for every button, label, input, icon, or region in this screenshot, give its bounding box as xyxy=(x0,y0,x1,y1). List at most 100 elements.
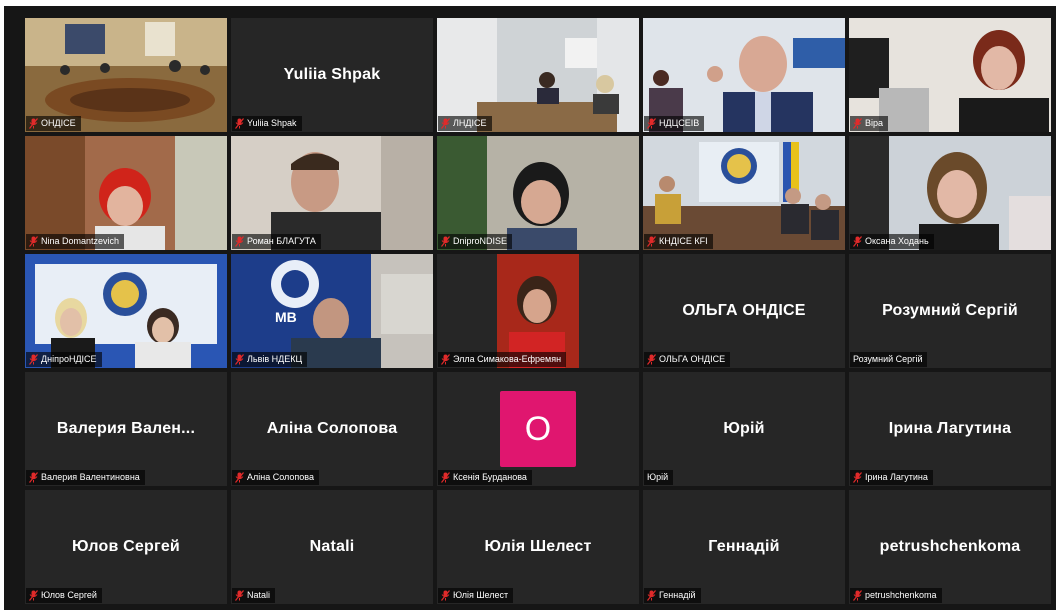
participant-name: Валерия Валентиновна xyxy=(41,472,140,482)
participant-tile-3[interactable]: ЛНДІСЕ xyxy=(437,18,639,132)
participant-video xyxy=(643,18,845,132)
muted-mic-icon xyxy=(235,472,244,483)
participant-tile-18[interactable]: O Ксенія Бурданова xyxy=(437,372,639,486)
participant-tile-22[interactable]: Natali Natali xyxy=(231,490,433,604)
participant-name-label: Аліна Солопова xyxy=(232,470,319,485)
participant-name: ОЛЬГА ОНДІСЕ xyxy=(659,354,726,364)
muted-mic-icon xyxy=(29,354,38,365)
muted-mic-icon xyxy=(235,118,244,129)
participant-display-name: Геннадій xyxy=(708,538,780,555)
participant-video xyxy=(643,136,845,250)
participant-display-name: Юлов Сергей xyxy=(72,538,180,555)
participant-display-name: Валерия Вален... xyxy=(56,420,196,437)
participant-name-label: ОЛЬГА ОНДІСЕ xyxy=(644,352,731,367)
participant-tile-9[interactable]: КНДІСЕ КFI xyxy=(643,136,845,250)
participant-name-label: Элла Симакова-Ефремян xyxy=(438,352,567,367)
participant-display-name: Розумний Сергій xyxy=(882,302,1018,319)
participant-name: Yuliia Shpak xyxy=(247,118,297,128)
participant-tile-2[interactable]: Yuliia Shpak Yuliia Shpak xyxy=(231,18,433,132)
muted-mic-icon xyxy=(647,236,656,247)
participant-name-label: ЛНДІСЕ xyxy=(438,116,492,131)
participant-video xyxy=(437,254,639,368)
participant-name-label: Yuliia Shpak xyxy=(232,116,302,131)
muted-mic-icon xyxy=(29,472,38,483)
muted-mic-icon xyxy=(853,236,862,247)
muted-mic-icon xyxy=(29,118,38,129)
participant-name-label: Ірина Лагутина xyxy=(850,470,933,485)
participant-tile-15[interactable]: Розумний Сергій Розумний Сергій xyxy=(849,254,1051,368)
participant-name: Розумний Сергій xyxy=(853,354,923,364)
participant-name-label: Розумний Сергій xyxy=(850,352,928,367)
participant-tile-13[interactable]: Элла Симакова-Ефремян xyxy=(437,254,639,368)
muted-mic-icon xyxy=(647,118,656,129)
participant-name-label: Львів НДЕКЦ xyxy=(232,352,308,367)
muted-mic-icon xyxy=(441,354,450,365)
participant-name-label: ДніпроНДІСЕ xyxy=(26,352,102,367)
participant-name: Юлія Шелест xyxy=(453,590,509,600)
participant-name: Роман БЛАГУТА xyxy=(247,236,316,246)
participant-video xyxy=(25,254,227,368)
participant-name-label: petrushchenkoma xyxy=(850,588,942,603)
participant-video xyxy=(437,136,639,250)
participant-tile-14[interactable]: ОЛЬГА ОНДІСЕ ОЛЬГА ОНДІСЕ xyxy=(643,254,845,368)
participant-name-label: Юлов Сергей xyxy=(26,588,102,603)
participant-name: Юрій xyxy=(647,472,669,482)
participant-tile-21[interactable]: Юлов Сергей Юлов Сергей xyxy=(25,490,227,604)
participant-display-name: Юрій xyxy=(723,420,765,437)
muted-mic-icon xyxy=(853,590,862,601)
participant-name-label: Ксенія Бурданова xyxy=(438,470,532,485)
participant-name: Геннадій xyxy=(659,590,696,600)
muted-mic-icon xyxy=(29,590,38,601)
participant-gallery: ОНДІСЕ Yuliia Shpak Yuliia Shpak ЛНДІСЕ НДЦС… xyxy=(25,18,1051,604)
participant-tile-17[interactable]: Аліна Солопова Аліна Солопова xyxy=(231,372,433,486)
participant-name: КНДІСЕ КFI xyxy=(659,236,708,246)
participant-name: Віра xyxy=(865,118,884,128)
participant-tile-11[interactable]: ДніпроНДІСЕ xyxy=(25,254,227,368)
participant-name-label: DniproNDISE xyxy=(438,234,513,249)
participant-name-label: Natali xyxy=(232,588,276,603)
participant-tile-23[interactable]: Юлія Шелест Юлія Шелест xyxy=(437,490,639,604)
participant-display-name: Natali xyxy=(309,538,355,555)
participant-name: Элла Симакова-Ефремян xyxy=(453,354,562,364)
participant-video: МВ xyxy=(231,254,433,368)
participant-tile-10[interactable]: Оксана Ходань xyxy=(849,136,1051,250)
participant-name: Nina Domantzevich xyxy=(41,236,120,246)
participant-name: НДЦСЕІВ xyxy=(659,118,700,128)
participant-name: ДніпроНДІСЕ xyxy=(41,354,97,364)
muted-mic-icon xyxy=(441,590,450,601)
participant-name-label: Віра xyxy=(850,116,889,131)
participant-name: ОНДІСЕ xyxy=(41,118,76,128)
participant-name: petrushchenkoma xyxy=(865,590,937,600)
participant-tile-8[interactable]: DniproNDISE xyxy=(437,136,639,250)
participant-tile-20[interactable]: Ірина Лагутина Ірина Лагутина xyxy=(849,372,1051,486)
participant-tile-12[interactable]: МВ Львів НДЕКЦ xyxy=(231,254,433,368)
participant-tile-5[interactable]: Віра xyxy=(849,18,1051,132)
participant-name: Юлов Сергей xyxy=(41,590,97,600)
participant-video xyxy=(25,136,227,250)
participant-tile-16[interactable]: Валерия Вален... Валерия Валентиновна xyxy=(25,372,227,486)
participant-name: DniproNDISE xyxy=(453,236,508,246)
participant-tile-6[interactable]: Nina Domantzevich xyxy=(25,136,227,250)
muted-mic-icon xyxy=(853,118,862,129)
participant-tile-24[interactable]: Геннадій Геннадій xyxy=(643,490,845,604)
participant-tile-25[interactable]: petrushchenkoma petrushchenkoma xyxy=(849,490,1051,604)
participant-name-label: Юлія Шелест xyxy=(438,588,514,603)
muted-mic-icon xyxy=(441,236,450,247)
participant-tile-4[interactable]: НДЦСЕІВ xyxy=(643,18,845,132)
muted-mic-icon xyxy=(235,590,244,601)
muted-mic-icon xyxy=(647,354,656,365)
participant-tile-19[interactable]: Юрій Юрій xyxy=(643,372,845,486)
participant-name-label: Валерия Валентиновна xyxy=(26,470,145,485)
participant-display-name: Yuliia Shpak xyxy=(283,66,381,83)
muted-mic-icon xyxy=(647,590,656,601)
participant-video xyxy=(25,18,227,132)
participant-name-label: Оксана Ходань xyxy=(850,234,934,249)
participant-name-label: Nina Domantzevich xyxy=(26,234,125,249)
participant-name: Natali xyxy=(247,590,271,600)
participant-video xyxy=(437,18,639,132)
meeting-window: ОНДІСЕ Yuliia Shpak Yuliia Shpak ЛНДІСЕ НДЦС… xyxy=(4,6,1056,610)
participant-video xyxy=(849,18,1051,132)
participant-tile-1[interactable]: ОНДІСЕ xyxy=(25,18,227,132)
participant-tile-7[interactable]: Роман БЛАГУТА xyxy=(231,136,433,250)
participant-name: Оксана Ходань xyxy=(865,236,929,246)
